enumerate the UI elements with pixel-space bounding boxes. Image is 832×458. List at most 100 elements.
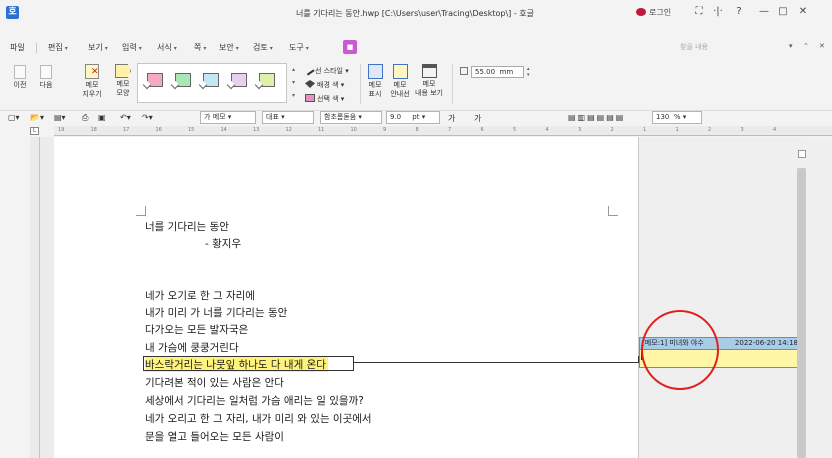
poem-author[interactable]: - 황지우 (205, 236, 241, 251)
ribbon-collapse-icon[interactable]: ⌃ (803, 42, 809, 50)
ruler-number: 4 (545, 127, 549, 133)
memo-guide-button[interactable]: 메모 안내선 (388, 64, 412, 99)
prev-memo-button[interactable]: 이전 (8, 65, 32, 90)
gallery-scroll[interactable]: ▴ ▾ ▾ (289, 63, 298, 103)
ruler-number: 12 (285, 127, 292, 133)
save-icon[interactable]: ▤▾ (54, 113, 66, 122)
ruler-number: 9 (383, 127, 387, 133)
poem-title[interactable]: 너를 기다리는 동안 (145, 219, 229, 234)
ruler-number: 3 (740, 127, 744, 133)
open-folder-icon[interactable]: 📂▾ (30, 113, 44, 122)
ruler-number: 5 (513, 127, 517, 133)
text-color-button[interactable]: 가 (474, 113, 481, 124)
delete-memo-button[interactable]: 메모 지우기 (80, 64, 104, 99)
background-color-dropdown[interactable]: 배경 색 ▾ (305, 80, 344, 90)
pen-icon (303, 64, 315, 76)
memo-width-stepper[interactable]: ▴ ▾ (527, 66, 530, 78)
ruler-number: 2 (610, 127, 614, 133)
menu-dropdown-icon[interactable]: ▾ (789, 42, 793, 50)
chevron-down-icon: ▾ (235, 45, 239, 52)
fullscreen-icon[interactable]: ⛶ (692, 5, 706, 19)
poem-line[interactable]: 네가 오기로 한 그 자리에 (145, 288, 255, 303)
document-page[interactable] (54, 137, 638, 458)
new-doc-icon[interactable]: ▢▾ (8, 113, 20, 122)
close-button[interactable]: ✕ (796, 5, 810, 19)
menu-view[interactable]: 보기 ▾ (88, 42, 108, 53)
next-memo-button[interactable]: 다음 (34, 65, 58, 90)
menu-file[interactable]: 파일 (10, 42, 25, 53)
ruler-number: 11 (318, 127, 325, 133)
zoom-input[interactable]: 130 % ▾ (652, 111, 702, 124)
show-memo-icon (367, 64, 383, 79)
login-status-icon (636, 8, 646, 16)
redo-icon[interactable]: ↷▾ (142, 113, 153, 122)
help-icon[interactable]: ? (732, 5, 746, 19)
preview-icon[interactable]: ▣ (98, 113, 106, 122)
poem-line[interactable]: 문을 열고 들어오는 모든 사람이 (145, 429, 284, 444)
poem-line[interactable]: 내 가슴에 쿵쿵거린다 (145, 340, 239, 355)
style-dropdown[interactable]: 가 메모 ▾ (200, 111, 256, 124)
chevron-down-icon: ▾ (138, 45, 142, 52)
ruler-number: 10 (350, 127, 357, 133)
poem-line[interactable]: 기다려본 적이 있는 사람은 안다 (145, 375, 284, 390)
login-button[interactable]: 로그인 (636, 7, 671, 18)
chevron-down-icon: ▾ (104, 45, 108, 52)
memo-shape-option[interactable] (142, 69, 166, 99)
page-icon (40, 65, 52, 79)
special-menu-icon[interactable]: ■ (343, 40, 357, 54)
font-category-dropdown[interactable]: 대표 ▾ (262, 111, 314, 124)
line-style-dropdown[interactable]: 선 스타일 ▾ (303, 64, 349, 76)
print-icon[interactable]: ⎙ (82, 113, 88, 123)
vertical-scrollbar[interactable] (797, 168, 806, 458)
menu-review[interactable]: 검토 ▾ (253, 42, 273, 53)
undo-icon[interactable]: ↶▾ (120, 113, 131, 122)
horizontal-ruler[interactable]: 19 18 17 16 15 14 13 12 11 10 9 8 7 6 5 4 3 2 1 1 2 3 4 (54, 126, 832, 136)
ruler-number: 1 (643, 127, 647, 133)
poem-line[interactable]: 세상에서 기다리는 일처럼 가슴 애리는 일 있을까? (145, 393, 364, 408)
poem-line[interactable]: 네가 오리고 한 그 자리, 내가 미리 와 있는 이곳에서 (145, 411, 372, 426)
close-doc-icon[interactable]: ✕ (819, 42, 825, 50)
show-memo-button[interactable]: 메모 표시 (364, 64, 386, 99)
ruler-number: 16 (155, 127, 162, 133)
selection-color-dropdown[interactable]: 선택 색 ▾ (305, 94, 344, 104)
minimize-button[interactable]: — (757, 5, 771, 19)
memo-shape-button[interactable]: 메모 모양 (111, 64, 135, 98)
menu-tools[interactable]: 도구 ▾ (289, 42, 309, 53)
ruler-number: 13 (253, 127, 260, 133)
memo-shape-option[interactable] (198, 69, 222, 99)
memo-shape-option[interactable] (254, 69, 278, 99)
font-size-input[interactable]: 9.0 pt ▾ (386, 111, 440, 124)
memo-guide-icon (392, 64, 408, 79)
menu-separator (36, 43, 37, 53)
crop-mark (608, 206, 618, 216)
ribbon-toggle-icon[interactable]: ·|· (711, 5, 725, 19)
menu-insert[interactable]: 입력 ▾ (122, 42, 142, 53)
memo-width-input[interactable]: 55.00 mm (471, 66, 524, 78)
ruler-number: 18 (90, 127, 97, 133)
vertical-ruler[interactable] (30, 137, 40, 458)
font-name-dropdown[interactable]: 함초롬돋움 ▾ (320, 111, 382, 124)
ruler-number: 2 (708, 127, 712, 133)
align-buttons[interactable]: ▤▥▤▤▤▤ (568, 113, 625, 122)
poem-line[interactable]: 내가 미리 가 너를 기다리는 동안 (145, 305, 287, 320)
memo-content-view-button[interactable]: 메모 내용 보기 (414, 64, 444, 98)
text-style-strike[interactable]: 가 (448, 113, 455, 124)
paint-bucket-icon (305, 80, 315, 88)
menu-edit[interactable]: 편집 ▾ (48, 42, 68, 53)
ruler-number: 15 (188, 127, 195, 133)
scroll-up-button[interactable] (798, 150, 806, 158)
search-input[interactable]: 찾을 내용 (668, 41, 780, 54)
ribbon-separator (360, 64, 361, 104)
scroll-area (802, 137, 832, 458)
menu-security[interactable]: 보안 ▾ (219, 42, 239, 53)
menu-format[interactable]: 서식 ▾ (157, 42, 177, 53)
memo-shape-option[interactable] (170, 69, 194, 99)
ruler-number: 3 (578, 127, 582, 133)
poem-line[interactable]: 다가오는 모든 발자국은 (145, 322, 248, 337)
memo-shape-option[interactable] (226, 69, 250, 99)
menu-page[interactable]: 쪽 ▾ (194, 42, 206, 53)
ruler-corner[interactable]: L (30, 127, 39, 135)
memo-content-icon (421, 64, 437, 78)
hwp-app-icon[interactable]: 호 (6, 6, 19, 19)
maximize-button[interactable]: □ (776, 5, 790, 19)
